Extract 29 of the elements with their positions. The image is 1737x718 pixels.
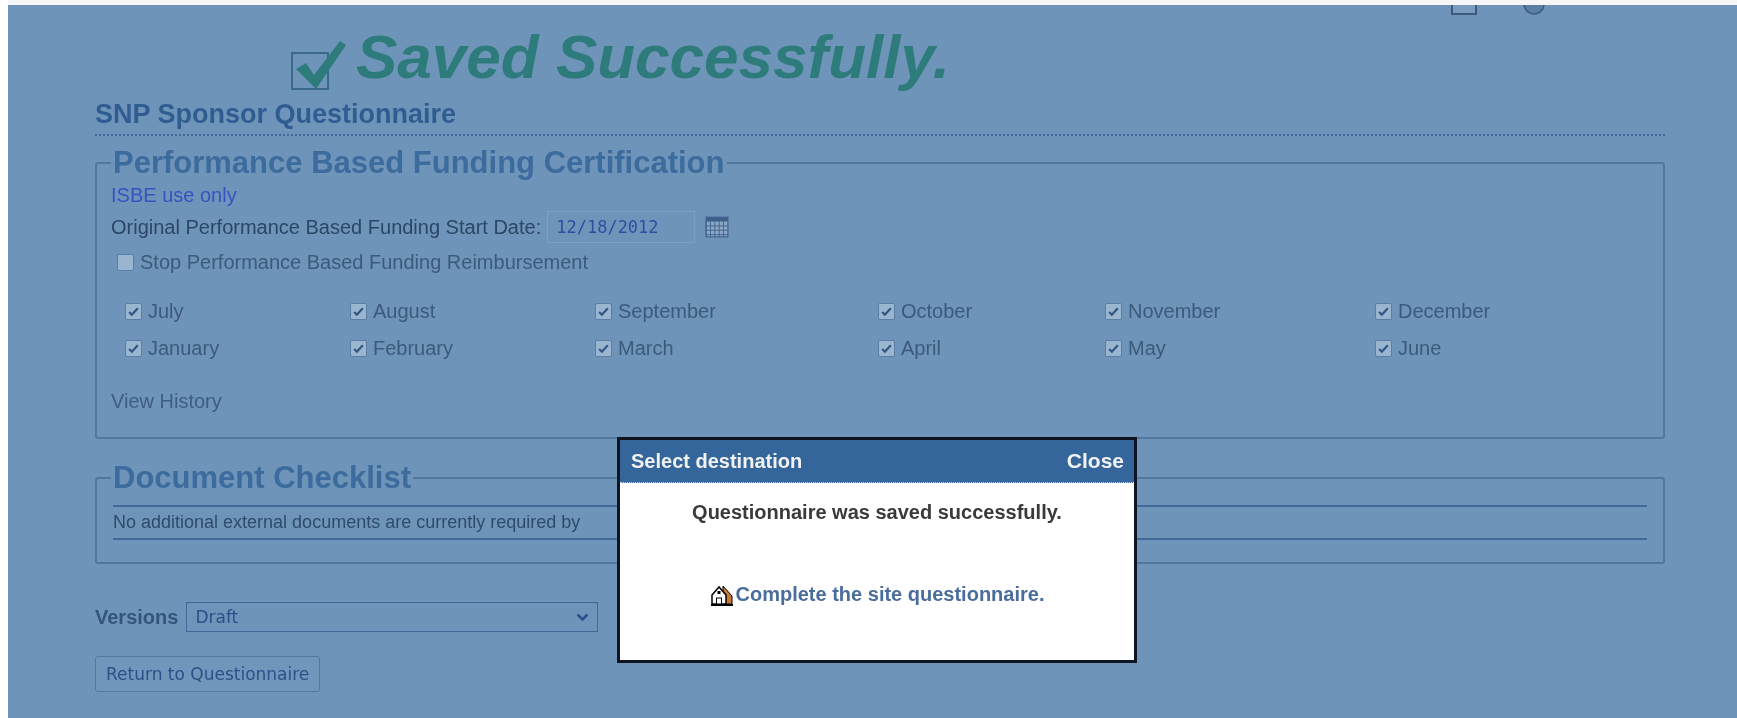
note-text: ISBE use only bbox=[111, 184, 237, 207]
checkbox-label: September bbox=[618, 300, 716, 323]
close-link[interactable]: Close bbox=[1066, 449, 1124, 473]
checkbox-label: October bbox=[901, 300, 973, 323]
caret-icon bbox=[576, 612, 590, 622]
success-message: Saved Successfully. bbox=[356, 21, 950, 93]
versions-label: Versions bbox=[95, 605, 179, 629]
checklist-message: No additional external documents are currently required by bbox=[113, 512, 581, 532]
checkbox-label: December bbox=[1398, 300, 1491, 323]
checkbox-label: November bbox=[1128, 300, 1221, 323]
checkbox-label: April bbox=[901, 337, 941, 360]
school-building-icon bbox=[709, 582, 735, 607]
checkbox-label: January bbox=[148, 337, 220, 360]
calendar-icon[interactable] bbox=[705, 216, 730, 238]
checkbox-label: February bbox=[373, 337, 454, 360]
checkbox-label: March bbox=[618, 337, 674, 360]
versions-dropdown[interactable]: Draft bbox=[186, 602, 599, 632]
checkbox-label: July bbox=[148, 300, 184, 323]
return-button[interactable]: Return to Questionnaire bbox=[95, 656, 321, 692]
dialog-title: Select destination bbox=[631, 449, 803, 473]
checkbox-label: May bbox=[1128, 337, 1166, 360]
checkbox-label: August bbox=[373, 300, 436, 323]
questionnaire-link[interactable]: Complete the site questionnaire. bbox=[735, 583, 1045, 606]
checkbox-label: Stop Performance Based Funding Reimbursement bbox=[140, 251, 588, 274]
page-title: SNP Sponsor Questionnaire bbox=[95, 99, 457, 130]
date-field[interactable]: 12/18/2012 bbox=[547, 211, 696, 243]
field-label: Original Performance Based Funding Start Date: bbox=[111, 215, 542, 239]
checkbox-label: June bbox=[1398, 337, 1442, 360]
dialog-message: Questionnaire was saved successfully. bbox=[691, 501, 1063, 524]
